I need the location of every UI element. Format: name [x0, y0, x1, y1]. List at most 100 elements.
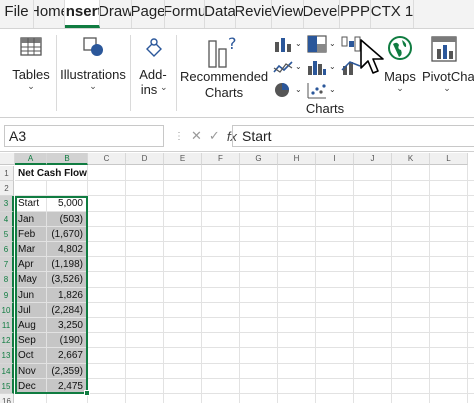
cell-b16[interactable] — [47, 394, 88, 403]
ribbon-insert: Tables ⌄ Illustrations ⌄ Add- ins ⌄ ? Re… — [0, 29, 474, 118]
cell-b3[interactable]: 5,000 — [47, 196, 88, 212]
row-header[interactable]: 8 — [0, 272, 14, 288]
fill-handle[interactable] — [84, 390, 90, 396]
row-header[interactable]: 9 — [0, 287, 14, 303]
chevron-down-icon[interactable]: ⌄ — [329, 39, 336, 48]
tab-revie[interactable]: Revie — [236, 0, 272, 28]
cell-b6[interactable]: 4,802 — [47, 242, 88, 258]
tab-page[interactable]: Page — [132, 0, 165, 28]
select-all-corner[interactable] — [0, 153, 15, 165]
tables-button[interactable]: Tables ⌄ — [6, 29, 56, 118]
row-header[interactable]: 4 — [0, 211, 14, 227]
tab-insert[interactable]: Insert — [65, 0, 100, 28]
column-header-i[interactable]: I — [316, 153, 354, 165]
cell-a12[interactable]: Sep — [15, 333, 47, 349]
line-chart-icon[interactable] — [272, 58, 294, 76]
tab-view[interactable]: View — [272, 0, 304, 28]
tab-file[interactable]: File — [0, 0, 34, 28]
maps-button[interactable]: Maps ⌄ — [382, 29, 418, 118]
column-header-j[interactable]: J — [354, 153, 392, 165]
cell-b14[interactable]: (2,359) — [47, 363, 88, 379]
cell-b7[interactable]: (1,198) — [47, 257, 88, 273]
row-header[interactable]: 7 — [0, 257, 14, 273]
spreadsheet-grid[interactable]: A B C D E F G H I J K L 1 Net Cash Flow 2 3 Start 5,000 4 J… — [0, 153, 474, 403]
row-header[interactable]: 12 — [0, 333, 14, 349]
name-box[interactable]: A3 — [4, 125, 164, 147]
row-header[interactable]: 3 — [0, 196, 14, 212]
hierarchy-chart-icon[interactable] — [306, 35, 328, 53]
cell-a1[interactable]: Net Cash Flow — [15, 166, 105, 182]
cell-b12[interactable]: (190) — [47, 333, 88, 349]
column-header-f[interactable]: F — [202, 153, 240, 165]
tab-data[interactable]: Data — [205, 0, 236, 28]
cell-b11[interactable]: 3,250 — [47, 318, 88, 334]
confirm-icon[interactable]: ✓ — [209, 128, 220, 144]
formula-input[interactable]: Start — [232, 125, 474, 147]
row-header[interactable]: 14 — [0, 363, 14, 379]
cell-a3[interactable]: Start — [15, 196, 47, 212]
cell-a15[interactable]: Dec — [15, 378, 47, 394]
cell-a2[interactable] — [15, 181, 47, 197]
column-header-b[interactable]: B — [47, 153, 88, 165]
column-chart-icon[interactable] — [272, 35, 294, 53]
column-header-c[interactable]: C — [88, 153, 126, 165]
chevron-down-icon[interactable]: ⌄ — [295, 39, 302, 48]
statistic-chart-icon[interactable] — [306, 58, 328, 76]
row-header[interactable]: 2 — [0, 181, 14, 197]
tab-home[interactable]: Home — [34, 0, 65, 28]
cell-a10[interactable]: Jul — [15, 302, 47, 318]
cell-a11[interactable]: Aug — [15, 318, 47, 334]
chevron-down-icon[interactable]: ⌄ — [329, 62, 336, 71]
tab-devel[interactable]: Devel — [304, 0, 340, 28]
cell-a4[interactable]: Jan — [15, 211, 47, 227]
cell-b8[interactable]: (3,526) — [47, 272, 88, 288]
scatter-chart-icon[interactable] — [306, 81, 328, 99]
cell-a8[interactable]: May — [15, 272, 47, 288]
cell-a16[interactable] — [15, 394, 47, 403]
illustrations-button[interactable]: Illustrations ⌄ — [58, 29, 128, 118]
gridline — [163, 165, 164, 403]
chevron-down-icon[interactable]: ⌄ — [295, 85, 302, 94]
cell-a7[interactable]: Apr — [15, 257, 47, 273]
cell-b4[interactable]: (503) — [47, 211, 88, 227]
chevron-down-icon[interactable]: ⌄ — [295, 62, 302, 71]
row-header[interactable]: 1 — [0, 166, 14, 182]
cell-b5[interactable]: (1,670) — [47, 226, 88, 242]
cell-b9[interactable]: 1,826 — [47, 287, 88, 303]
cell-b13[interactable]: 2,667 — [47, 348, 88, 364]
pie-chart-icon[interactable] — [272, 81, 294, 99]
recommended-charts-button[interactable]: ? Recommended Charts — [180, 29, 268, 118]
column-header-h[interactable]: H — [278, 153, 316, 165]
cell-b2[interactable] — [47, 181, 88, 197]
tab-formu[interactable]: Formu — [165, 0, 205, 28]
cell-b15[interactable]: 2,475 — [47, 378, 88, 394]
cell-a14[interactable]: Nov — [15, 363, 47, 379]
cell-a9[interactable]: Jun — [15, 287, 47, 303]
column-header-l[interactable]: L — [430, 153, 468, 165]
column-header-k[interactable]: K — [392, 153, 430, 165]
column-header-d[interactable]: D — [126, 153, 164, 165]
row-header[interactable]: 15 — [0, 378, 14, 394]
cell-a5[interactable]: Feb — [15, 226, 47, 242]
pivotchart-button[interactable]: PivotChar ⌄ — [420, 29, 474, 118]
chevron-down-icon[interactable]: ⌄ — [329, 85, 336, 94]
row-header[interactable]: 16 — [0, 394, 14, 403]
cell-a6[interactable]: Mar — [15, 242, 47, 258]
row-header[interactable]: 5 — [0, 226, 14, 242]
addins-label-1: Add- — [139, 67, 167, 82]
cell-b10[interactable]: (2,284) — [47, 302, 88, 318]
row-header[interactable]: 13 — [0, 348, 14, 364]
column-header-a[interactable]: A — [15, 153, 47, 165]
cancel-icon[interactable]: ✕ — [191, 128, 202, 144]
row-header[interactable]: 11 — [0, 318, 14, 334]
column-header-g[interactable]: G — [240, 153, 278, 165]
row-header[interactable]: 6 — [0, 242, 14, 258]
tab-ctx-1[interactable]: CTX 1 — [371, 0, 414, 28]
tab-draw[interactable]: Draw — [100, 0, 132, 28]
tab-ppp[interactable]: PPP — [340, 0, 371, 28]
addins-button[interactable]: Add- ins ⌄ — [132, 29, 174, 118]
cell-a13[interactable]: Oct — [15, 348, 47, 364]
column-header-e[interactable]: E — [164, 153, 202, 165]
row-header[interactable]: 10 — [0, 302, 14, 318]
illustrations-label: Illustrations — [60, 67, 126, 82]
